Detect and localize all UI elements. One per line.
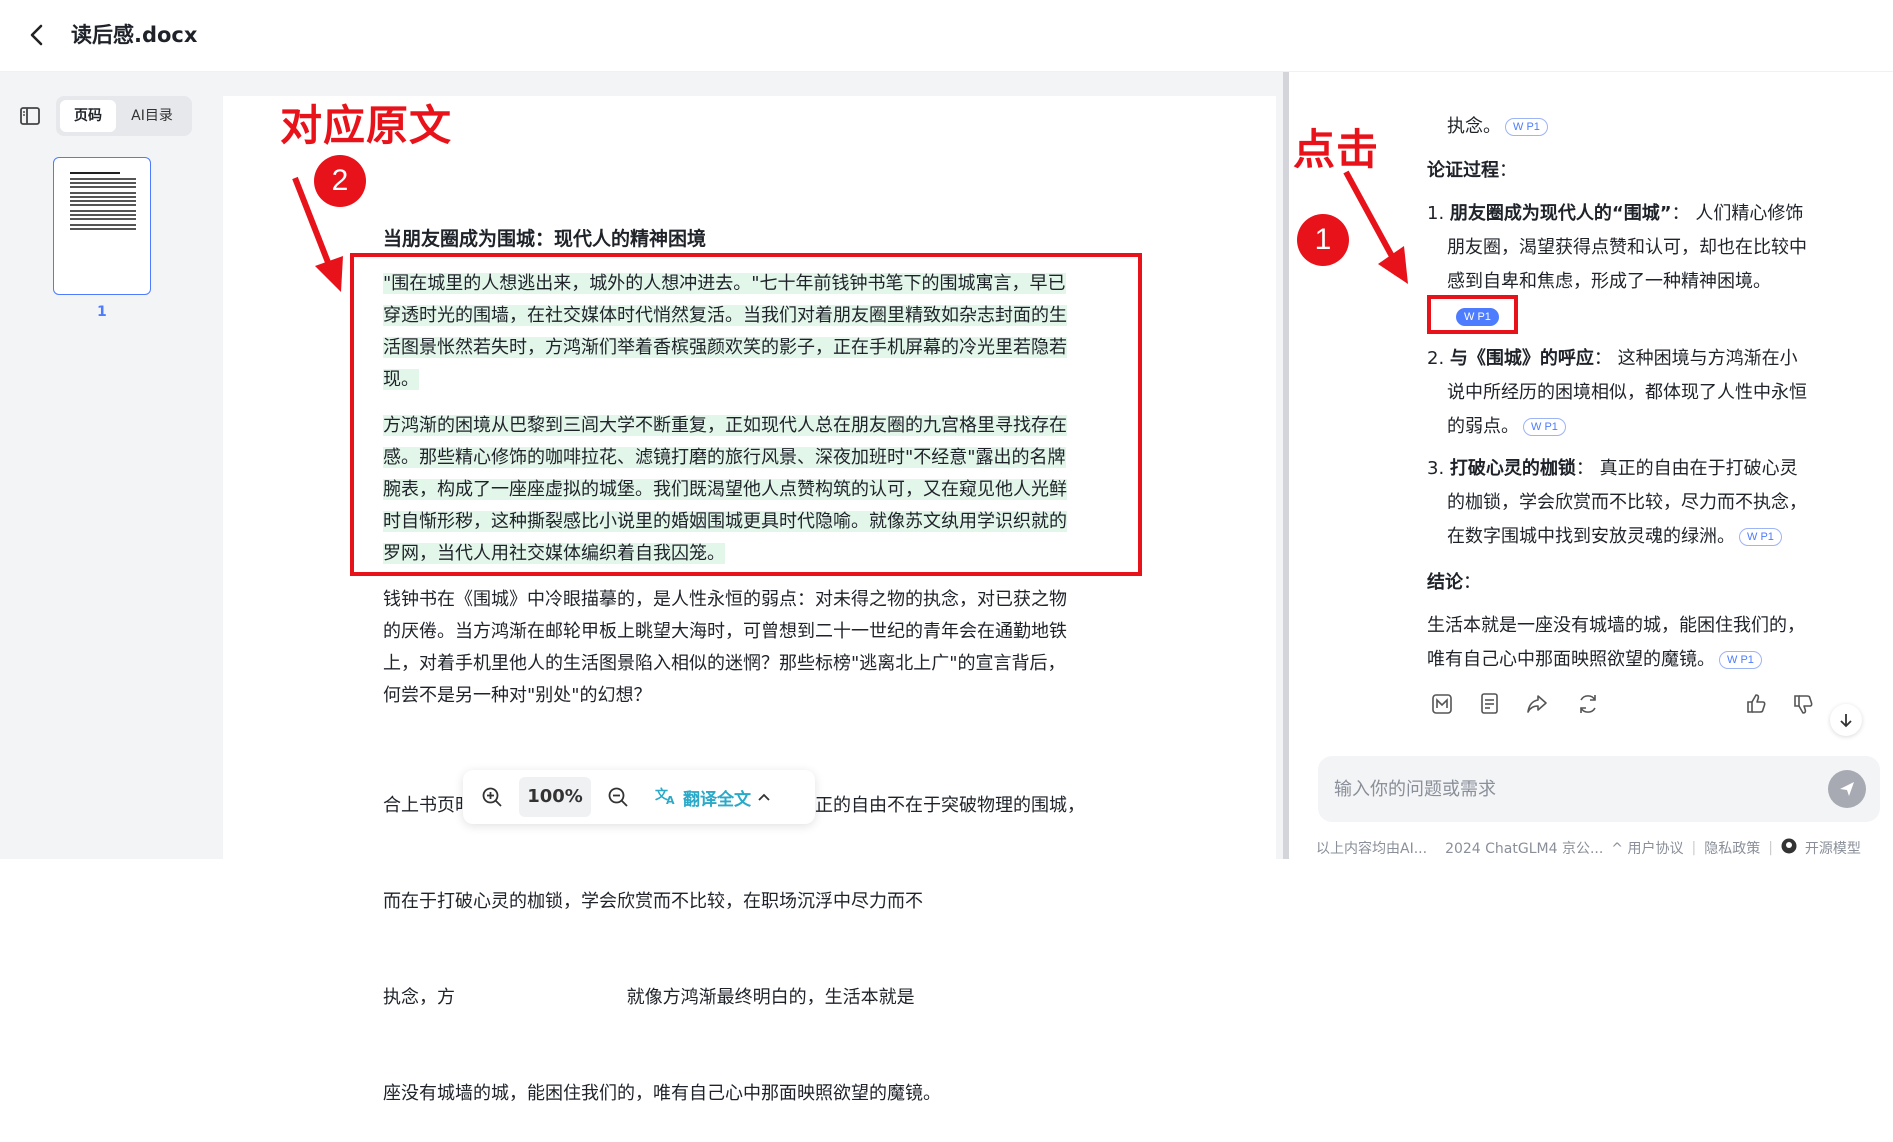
open-source-link[interactable]: 开源模型: [1805, 838, 1861, 858]
page-thumbnail[interactable]: [53, 157, 151, 295]
tab-ai-outline[interactable]: AI目录: [116, 100, 188, 132]
svg-text:A: A: [666, 794, 675, 805]
thumbs-up-icon[interactable]: [1743, 691, 1769, 717]
footer-divider: |: [1768, 840, 1773, 856]
click-highlight-box: [1427, 295, 1518, 334]
citation-badge[interactable]: W P1: [1739, 528, 1782, 546]
scroll-to-bottom-button[interactable]: [1830, 704, 1862, 736]
send-icon: [1840, 782, 1854, 796]
summary-doc-icon[interactable]: [1477, 691, 1503, 717]
doc-line: 而在于打破心灵的枷锁，学会欣赏而不比较，在职场沉浮中尽力而不: [383, 891, 923, 912]
translate-icon: 文A: [655, 785, 677, 810]
chat-top-fragment: 执念。 W P1: [1447, 110, 1548, 144]
chat-footer: 以上内容均由AI... 2024 ChatGLM4 京公... ^ 用户协议 |…: [1316, 838, 1861, 858]
translate-label: 翻译全文: [683, 789, 751, 810]
point-line: 感到自卑和焦虑，形成了一种精神困境。: [1447, 271, 1771, 292]
source-highlight-box: [350, 253, 1142, 576]
point-line: 说中所经历的困境相似，都体现了人性中永恒: [1447, 382, 1807, 403]
annotation-source-label: 对应原文: [280, 101, 453, 150]
doc-line: 钱钟书在《围城》中冷眼描摹的，是人性永恒的弱点：对未得之物的执念，对已获之物: [383, 589, 1067, 610]
document-title: 读后感.docx: [71, 23, 198, 47]
doc-line: 座没有城墙的城，能困住我们的，唯有自己心中那面映照欲望的魔镜。: [383, 1083, 941, 1104]
point-line: 1. 朋友圈成为现代人的“围城”： 人们精心修饰: [1427, 203, 1804, 224]
point-line: 朋友圈，渴望获得点赞和认可，却也在比较中: [1447, 237, 1807, 258]
mindmap-icon[interactable]: [1429, 691, 1455, 717]
sidebar-toggle-icon[interactable]: [18, 104, 42, 128]
doc-line: 的厌倦。当方鸿渐在邮轮甲板上眺望大海时，可曾想到二十一世纪的青年会在通勤地铁: [383, 621, 1067, 642]
citation-badge[interactable]: W P1: [1523, 418, 1566, 436]
top-bar: 读后感.docx: [0, 0, 1893, 72]
annotation-arrow-2: [292, 176, 343, 292]
doc-line: 上，对着手机里他人的生活图景陷入相似的迷惘？那些标榜"逃离北上广"的宣言背后，: [383, 653, 1066, 674]
thumbnail-page-number: 1: [97, 304, 107, 320]
doc-paragraph-3: 钱钟书在《围城》中冷眼描摹的，是人性永恒的弱点：对未得之物的执念，对已获之物 的…: [383, 584, 1118, 712]
point-line: 2. 与《围城》的呼应： 这种困境与方鸿渐在小: [1427, 348, 1798, 369]
user-agreement-link[interactable]: ^ 用户协议: [1611, 838, 1683, 858]
tab-page-number[interactable]: 页码: [60, 100, 116, 132]
zoom-level: 100%: [519, 777, 591, 817]
doc-line: 何尝不是另一种对"别处"的幻想？: [383, 685, 652, 706]
point-line: 3. 打破心灵的枷锁： 真正的自由在于打破心灵: [1427, 458, 1798, 479]
sidebar-tab-switch: 页码 AI目录: [56, 96, 192, 136]
copyright-text: 2024 ChatGLM4 京公...: [1445, 841, 1604, 857]
translate-all-button[interactable]: 文A 翻译全文: [655, 785, 771, 810]
citation-badge[interactable]: W P1: [1719, 651, 1762, 669]
chat-input-container: [1318, 756, 1880, 822]
zoom-in-icon[interactable]: [473, 778, 511, 816]
point-2: 2. 与《围城》的呼应： 这种困境与方鸿渐在小 说中所经历的困境相似，都体现了人…: [1427, 342, 1847, 444]
conclusion-line: 生活本就是一座没有城墙的城，能困住我们的，: [1427, 615, 1805, 636]
conclusion-title: 结论：: [1427, 572, 1481, 593]
doc-line: 执念，方 就像方鸿渐最终明白的，生活本就是: [383, 987, 915, 1008]
thumbs-down-icon[interactable]: [1790, 691, 1816, 717]
point-line: 的弱点。 W P1: [1427, 410, 1847, 444]
zoom-out-icon[interactable]: [599, 778, 637, 816]
zoom-toolbar: 100% 文A 翻译全文: [463, 770, 815, 824]
conclusion-line: 唯有自己心中那面映照欲望的魔镜。 W P1: [1427, 643, 1847, 677]
chat-input[interactable]: [1334, 774, 1804, 804]
regenerate-icon[interactable]: [1575, 691, 1601, 717]
send-button[interactable]: [1828, 770, 1866, 808]
point-line: 在数字围城中找到安放灵魂的绿洲。 W P1: [1427, 520, 1847, 554]
document-heading: 当朋友圈成为围城：现代人的精神困境: [383, 228, 707, 250]
github-icon: [1781, 838, 1797, 858]
conclusion-body: 生活本就是一座没有城墙的城，能困住我们的， 唯有自己心中那面映照欲望的魔镜。 W …: [1427, 609, 1847, 677]
process-title: 论证过程：: [1427, 160, 1517, 181]
annotation-arrow-1: [1343, 170, 1408, 284]
arrow-down-icon: [1840, 714, 1852, 728]
footer-divider: |: [1691, 840, 1697, 856]
privacy-policy-link[interactable]: 隐私政策: [1704, 838, 1760, 858]
share-icon[interactable]: [1524, 691, 1550, 717]
citation-badge[interactable]: W P1: [1505, 118, 1548, 136]
point-line: 的枷锁，学会欣赏而不比较，尽力而不执念，: [1447, 492, 1807, 513]
back-arrow-icon[interactable]: [22, 20, 52, 50]
point-3: 3. 打破心灵的枷锁： 真正的自由在于打破心灵 的枷锁，学会欣赏而不比较，尽力而…: [1427, 452, 1847, 554]
chevron-up-icon: [757, 787, 771, 807]
ai-disclaimer: 以上内容均由AI...: [1316, 841, 1428, 857]
point-1: 1. 朋友圈成为现代人的“围城”： 人们精心修饰 朋友圈，渴望获得点赞和认可，却…: [1427, 197, 1847, 299]
